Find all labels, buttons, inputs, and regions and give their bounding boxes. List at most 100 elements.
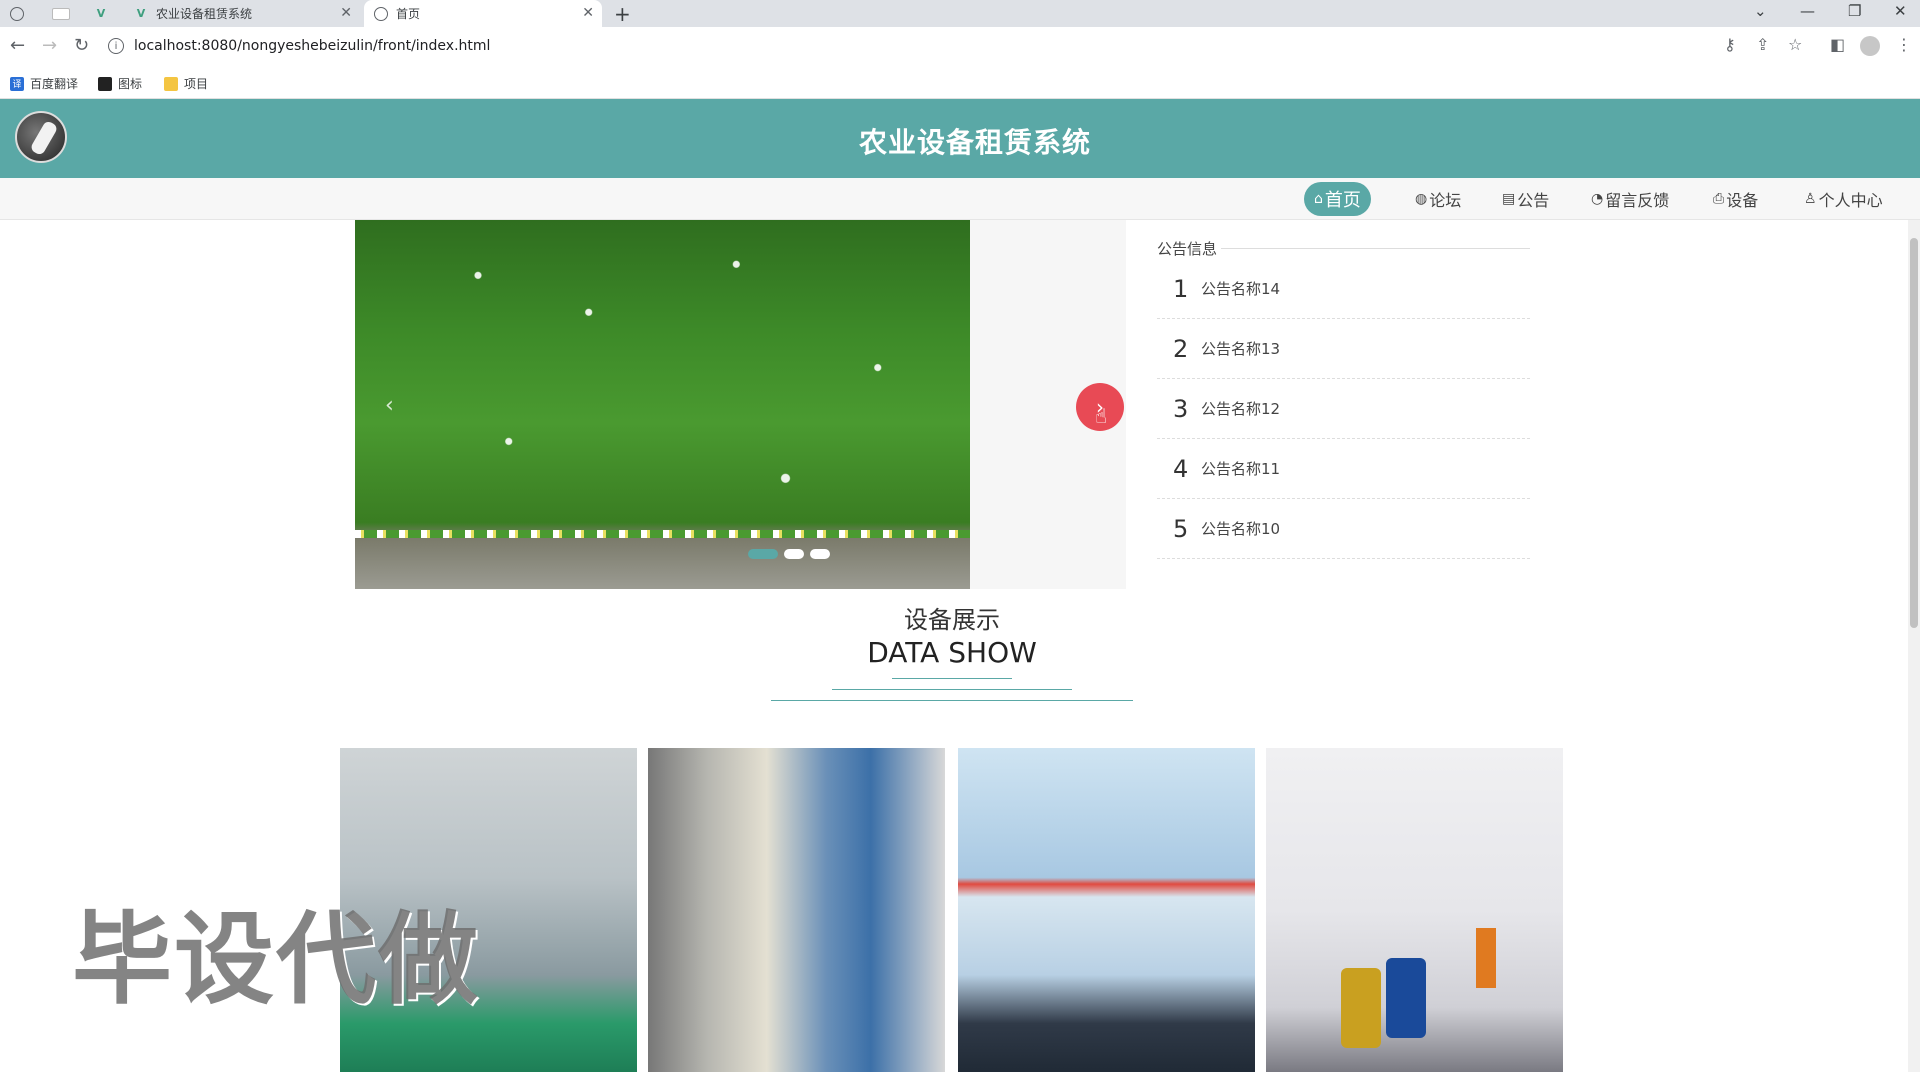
nav-feedback[interactable]: ◔ 留言反馈 <box>1581 182 1679 216</box>
carousel-dot[interactable] <box>810 549 830 559</box>
share-icon[interactable]: ⇪ <box>1756 35 1769 54</box>
restore-icon[interactable]: ❐ <box>1848 2 1861 20</box>
tab-title: 农业设备租赁系统 <box>156 7 253 21</box>
bookmark-baidu-translate[interactable]: 译 百度翻译 <box>10 75 78 92</box>
notice-item[interactable]: 2 公告名称13 <box>1157 319 1530 379</box>
section-title-en: DATA SHOW <box>867 636 1037 669</box>
nav-notice[interactable]: ▤ 公告 <box>1492 182 1559 216</box>
home-icon: ⌂ <box>1314 191 1323 207</box>
bookmarks-bar: 译 百度翻译 图标 项目 <box>0 67 1920 99</box>
close-window-icon[interactable]: ✕ <box>1894 2 1907 20</box>
nav-user-center[interactable]: ♙ 个人中心 <box>1794 182 1893 216</box>
nav-forum[interactable]: ◍ 论坛 <box>1405 182 1471 216</box>
feedback-icon: ◔ <box>1591 191 1604 207</box>
carousel-dot[interactable] <box>748 549 778 559</box>
hand-cursor-icon: ☝ <box>1095 404 1108 428</box>
notice-item[interactable]: 3 公告名称12 <box>1157 379 1530 439</box>
url-text: localhost:8080/nongyeshebeizulin/front/i… <box>134 38 491 54</box>
notice-number: 2 <box>1173 334 1189 363</box>
image-icon <box>98 76 112 91</box>
product-image[interactable] <box>648 748 945 1072</box>
tab-title: 首页 <box>396 7 421 21</box>
minimize-icon[interactable]: — <box>1800 2 1815 20</box>
notice-icon: ▤ <box>1502 191 1516 207</box>
section-divider <box>892 678 1012 679</box>
scrollbar-thumb[interactable] <box>1910 238 1918 628</box>
nav-label: 留言反馈 <box>1605 191 1670 210</box>
nav-device[interactable]: ⎙ 设备 <box>1703 182 1768 216</box>
notice-number: 3 <box>1173 394 1189 423</box>
globe-icon <box>10 6 24 21</box>
translate-icon: 译 <box>10 76 24 91</box>
section-divider <box>771 700 1133 701</box>
notice-name: 公告名称10 <box>1201 520 1281 538</box>
product-image[interactable] <box>1266 748 1563 1072</box>
address-bar-row: ← → ↻ i localhost:8080/nongyeshebeizulin… <box>0 27 1920 67</box>
nav-label: 论坛 <box>1429 191 1462 210</box>
site-header: 农业设备租赁系统 <box>0 99 1920 178</box>
forward-icon[interactable]: → <box>42 35 57 56</box>
section-title-cn: 设备展示 <box>904 606 1000 634</box>
nav-label: 个人中心 <box>1818 191 1883 210</box>
folder-icon <box>164 76 178 91</box>
browser-tab-3[interactable]: V <box>84 0 122 27</box>
star-icon[interactable]: ☆ <box>1788 35 1802 54</box>
banner-carousel[interactable] <box>355 220 1126 589</box>
notice-number: 4 <box>1173 454 1189 483</box>
notice-name: 公告名称14 <box>1201 280 1281 298</box>
info-icon[interactable]: i <box>108 38 124 54</box>
watermark-text: 毕设代做 <box>72 901 480 1018</box>
notice-number: 1 <box>1173 274 1189 303</box>
nav-label: 公告 <box>1517 191 1550 210</box>
browser-tab-1[interactable] <box>0 0 38 27</box>
notice-item[interactable]: 5 公告名称10 <box>1157 499 1530 559</box>
user-icon: ♙ <box>1804 191 1817 207</box>
bookmark-label: 项目 <box>184 77 209 91</box>
new-tab-icon[interactable]: + <box>614 2 631 26</box>
site-nav: ⌂ 首页 ◍ 论坛 ▤ 公告 ◔ 留言反馈 ⎙ 设备 ♙ 个人中心 <box>0 178 1920 220</box>
nav-home[interactable]: ⌂ 首页 <box>1304 182 1371 216</box>
nav-label: 设备 <box>1726 191 1759 210</box>
notice-title-text: 公告信息 <box>1157 240 1218 258</box>
notice-number: 5 <box>1173 514 1189 543</box>
chevron-down-icon[interactable]: ⌄ <box>1754 2 1767 20</box>
notice-name: 公告名称13 <box>1201 340 1281 358</box>
carousel-dot[interactable] <box>784 549 804 559</box>
bookmark-label: 百度翻译 <box>30 77 79 91</box>
section-divider <box>832 689 1072 690</box>
browser-tab-4[interactable]: V 农业设备租赁系统 ✕ <box>124 0 360 27</box>
close-icon[interactable]: ✕ <box>340 5 352 21</box>
device-icon: ⎙ <box>1713 191 1725 207</box>
carousel-indicators <box>748 549 830 559</box>
back-icon[interactable]: ← <box>10 35 25 56</box>
profile-icon[interactable] <box>1860 36 1880 56</box>
reload-icon[interactable]: ↻ <box>74 35 89 56</box>
browser-tab-2[interactable] <box>42 0 80 27</box>
notice-item[interactable]: 4 公告名称11 <box>1157 439 1530 499</box>
globe-icon <box>374 6 388 21</box>
bookmark-label: 图标 <box>118 77 143 91</box>
bookmark-project[interactable]: 项目 <box>164 75 208 92</box>
carousel-prev-icon[interactable]: ‹ <box>385 393 394 418</box>
forum-icon: ◍ <box>1415 191 1428 207</box>
menu-icon[interactable]: ⋮ <box>1896 35 1912 54</box>
notice-title: 公告信息 <box>1157 238 1530 259</box>
page-icon <box>52 7 70 20</box>
notice-panel: 公告信息 1 公告名称14 2 公告名称13 3 公告名称12 4 公告名称11… <box>1157 238 1530 559</box>
carousel-slide-image <box>355 220 970 589</box>
browser-tab-5[interactable]: 首页 ✕ <box>364 0 602 27</box>
sidepanel-icon[interactable]: ◧ <box>1830 35 1845 54</box>
notice-name: 公告名称12 <box>1201 400 1281 418</box>
vue-icon: V <box>96 7 106 20</box>
browser-tabstrip: V V 农业设备租赁系统 ✕ 首页 ✕ + ⌄ — ❐ ✕ <box>0 0 1920 27</box>
notice-name: 公告名称11 <box>1201 460 1281 478</box>
product-image[interactable] <box>958 748 1255 1072</box>
close-icon[interactable]: ✕ <box>582 5 594 21</box>
site-title: 农业设备租赁系统 <box>858 126 1091 159</box>
nav-label: 首页 <box>1324 190 1361 211</box>
bookmark-icons[interactable]: 图标 <box>98 75 142 92</box>
vue-icon: V <box>136 7 146 20</box>
url-field[interactable]: i localhost:8080/nongyeshebeizulin/front… <box>108 31 1708 61</box>
notice-item[interactable]: 1 公告名称14 <box>1157 259 1530 319</box>
key-icon[interactable]: ⚷ <box>1724 35 1736 54</box>
